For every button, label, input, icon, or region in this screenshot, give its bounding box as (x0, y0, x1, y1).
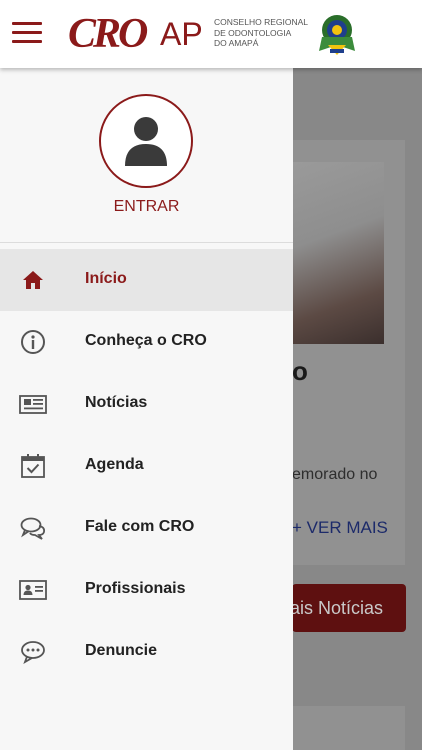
see-more-link[interactable]: + VER MAIS (292, 518, 388, 538)
menu-item-fale-com-cro[interactable]: Fale com CRO (0, 497, 293, 559)
calendar-check-icon (21, 454, 45, 478)
news-card (292, 706, 405, 750)
logo-subtitle-line: do Amapá (214, 38, 259, 48)
user-avatar-icon[interactable] (99, 94, 193, 188)
more-news-button-label: ais Notícias (292, 598, 384, 618)
menu-item-label: Denuncie (85, 642, 158, 659)
news-excerpt: emorado no (292, 466, 378, 483)
menu-item-conheca[interactable]: Conheça o CRO (0, 311, 293, 373)
coat-of-arms-icon (319, 15, 355, 55)
hamburger-icon[interactable] (12, 22, 42, 46)
menu-item-label: Início (85, 270, 127, 287)
menu-item-label: Conheça o CRO (85, 332, 207, 349)
id-card-icon (19, 580, 47, 600)
menu-item-label: Agenda (85, 456, 144, 473)
menu-item-agenda[interactable]: Agenda (0, 435, 293, 497)
info-icon (21, 330, 45, 354)
drawer-menu: Início Conheça o CRO Notícias Agenda Fal… (0, 249, 293, 683)
news-photo (292, 162, 384, 344)
logo-cro: CRO (68, 11, 148, 57)
menu-item-profissionais[interactable]: Profissionais (0, 559, 293, 621)
logo-state: AP (160, 16, 203, 52)
newspaper-icon (19, 395, 47, 414)
menu-item-label: Fale com CRO (85, 518, 195, 535)
menu-item-denuncie[interactable]: Denuncie (0, 621, 293, 683)
menu-item-inicio[interactable]: Início (0, 249, 293, 311)
logo-subtitle: Conselho Regional de Odontologia do Amap… (214, 17, 314, 49)
login-link[interactable]: ENTRAR (0, 198, 293, 216)
menu-item-label: Profissionais (85, 580, 186, 597)
menu-item-label: Notícias (85, 394, 148, 411)
divider (0, 242, 293, 243)
logo-subtitle-line: Conselho Regional (214, 17, 308, 27)
logo-subtitle-line: de Odontologia (214, 27, 292, 38)
navigation-drawer: ENTRAR Início Conheça o CRO Notícias Age… (0, 68, 293, 750)
app-bar: CRO AP Conselho Regional de Odontologia … (0, 0, 422, 68)
menu-item-noticias[interactable]: Notícias (0, 373, 293, 435)
news-title: o (292, 356, 308, 386)
home-icon (23, 271, 43, 289)
chat-bubbles-icon (20, 517, 46, 540)
more-news-button[interactable]: ais Notícias (292, 584, 406, 632)
speech-bubble-icon (21, 641, 45, 664)
